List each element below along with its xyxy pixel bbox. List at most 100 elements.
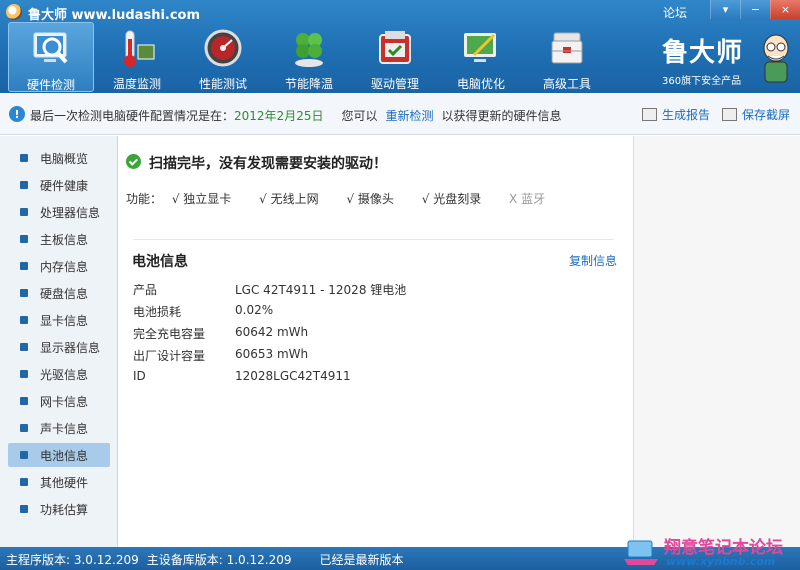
- sidebar-item-label: 其他硬件: [40, 475, 89, 490]
- tab-label: 节能降温: [284, 77, 333, 91]
- tab-performance-test[interactable]: 性能测试: [180, 22, 266, 92]
- main-toolbar: 硬件检测 温度监测 性能测试 节能降温 驱动管理 电脑优化 高级工具: [8, 22, 610, 92]
- header: 鲁大师 www.ludashi.com 论坛 ▾ − × 硬件检测 温度监测 性…: [0, 0, 800, 93]
- you-can-text: 您可以: [341, 109, 378, 123]
- main-version: 主程序版本: 3.0.12.209: [6, 553, 139, 567]
- sidebar-item-sound-card[interactable]: 声卡信息: [8, 416, 110, 440]
- sidebar-item-label: 网卡信息: [40, 394, 89, 409]
- tab-advanced-tools[interactable]: 高级工具: [524, 22, 610, 92]
- tab-temperature-monitor[interactable]: 温度监测: [94, 22, 180, 92]
- watermark: 翔意笔记本论坛 www.xynbnb.com: [622, 533, 800, 570]
- sidebar-item-label: 硬件健康: [40, 178, 89, 193]
- tab-pc-optimization[interactable]: 电脑优化: [438, 22, 524, 92]
- sidebar: 电脑概览 硬件健康 处理器信息 主板信息 内存信息 硬盘信息 显卡信息 显示器信…: [0, 136, 118, 547]
- app-logo-icon: [6, 4, 22, 20]
- sidebar-item-gpu[interactable]: 显卡信息: [8, 308, 110, 332]
- right-panel: [633, 136, 800, 547]
- sidebar-item-label: 光驱信息: [40, 367, 89, 382]
- bullet-icon: [20, 181, 28, 189]
- bullet-icon: [20, 235, 28, 243]
- row-value: 12028LGC42T4911: [235, 369, 351, 383]
- save-screenshot-button[interactable]: 保存截屏: [722, 106, 790, 123]
- sidebar-item-label: 声卡信息: [40, 421, 89, 436]
- recheck-link[interactable]: 重新检测: [385, 109, 433, 123]
- feature-item: √ 无线上网: [259, 192, 319, 206]
- close-button[interactable]: ×: [770, 0, 800, 19]
- row-key: 电池损耗: [133, 305, 182, 319]
- last-check-info: 最后一次检测电脑硬件配置情况是在：2012年2月25日 您可以 重新检测 以获得更新的…: [30, 107, 562, 124]
- tab-label: 电脑优化: [456, 77, 505, 91]
- bullet-icon: [20, 424, 28, 432]
- sidebar-item-display[interactable]: 显示器信息: [8, 335, 110, 359]
- thermometer-icon: [116, 27, 158, 69]
- feature-item-disabled: X 蓝牙: [509, 192, 546, 206]
- bullet-icon: [20, 208, 28, 216]
- bullet-icon: [20, 397, 28, 405]
- monitor-magnifier-icon: [30, 28, 72, 70]
- sidebar-item-label: 处理器信息: [40, 205, 101, 220]
- sidebar-item-cpu[interactable]: 处理器信息: [8, 200, 110, 224]
- copy-info-link[interactable]: 复制信息: [569, 252, 617, 269]
- save-screenshot-label: 保存截屏: [742, 108, 791, 122]
- sidebar-item-battery[interactable]: 电池信息: [8, 443, 110, 467]
- features-label: 功能：: [126, 192, 163, 206]
- row-value: LGC 42T4911 - 12028 锂电池: [235, 283, 407, 297]
- info-bar: ! 最后一次检测电脑硬件配置情况是在：2012年2月25日 您可以 重新检测 以获得更…: [0, 93, 800, 135]
- row-value: 60653 mWh: [235, 347, 309, 361]
- latest-version-status: 已经是最新版本: [319, 553, 404, 567]
- menu-dropdown-button[interactable]: ▾: [710, 0, 740, 19]
- sidebar-item-label: 电池信息: [40, 448, 89, 463]
- bullet-icon: [20, 478, 28, 486]
- sidebar-item-optical-drive[interactable]: 光驱信息: [8, 362, 110, 386]
- sidebar-item-motherboard[interactable]: 主板信息: [8, 227, 110, 251]
- brand: 鲁大师 360旗下安全产品: [656, 30, 800, 90]
- brand-name: 鲁大师: [662, 38, 744, 68]
- sidebar-item-other-hardware[interactable]: 其他硬件: [8, 470, 110, 494]
- tab-label: 高级工具: [542, 77, 591, 91]
- version-info: 主程序版本: 3.0.12.209 主设备库版本: 1.0.12.209 已经是最新…: [6, 551, 404, 568]
- bullet-icon: [20, 316, 28, 324]
- bullet-icon: [20, 289, 28, 297]
- generate-report-button[interactable]: 生成报告: [642, 106, 710, 123]
- tab-driver-management[interactable]: 驱动管理: [352, 22, 438, 92]
- toolbox-icon: [546, 27, 588, 69]
- tab-hardware-check[interactable]: 硬件检测: [8, 22, 94, 92]
- tab-power-saving[interactable]: 节能降温: [266, 22, 352, 92]
- row-key: ID: [133, 369, 146, 383]
- sidebar-item-network-card[interactable]: 网卡信息: [8, 389, 110, 413]
- monitor-broom-icon: [460, 27, 502, 69]
- row-value: 60642 mWh: [235, 325, 309, 339]
- bullet-icon: [20, 343, 28, 351]
- row-key: 产品: [133, 283, 158, 297]
- bullet-icon: [20, 505, 28, 513]
- sidebar-item-hardware-health[interactable]: 硬件健康: [8, 173, 110, 197]
- window-controls: ▾ − ×: [710, 0, 800, 19]
- sidebar-item-memory[interactable]: 内存信息: [8, 254, 110, 278]
- main-panel: 扫描完毕，没有发现需要安装的驱动！ 功能： √ 独立显卡 √ 无线上网 √ 摄像…: [119, 136, 633, 547]
- sidebar-item-disk[interactable]: 硬盘信息: [8, 281, 110, 305]
- info-icon: !: [9, 106, 25, 122]
- bullet-icon: [20, 154, 28, 162]
- camera-icon: [722, 108, 737, 121]
- title-bar: 鲁大师 www.ludashi.com 论坛 ▾ − ×: [0, 0, 800, 24]
- tab-label: 性能测试: [198, 77, 247, 91]
- clover-icon: [288, 27, 330, 69]
- row-value: 0.02%: [235, 303, 274, 317]
- brand-subtitle: 360旗下安全产品: [662, 76, 742, 87]
- window-title: 鲁大师 www.ludashi.com: [28, 8, 201, 23]
- update-hint-text: 以获得更新的硬件信息: [441, 109, 562, 123]
- section-divider: [133, 239, 613, 240]
- sidebar-item-label: 硬盘信息: [40, 286, 89, 301]
- speedometer-icon: [202, 27, 244, 69]
- sidebar-item-overview[interactable]: 电脑概览: [8, 146, 110, 170]
- mascot-icon: [756, 32, 796, 84]
- sidebar-item-label: 功耗估算: [40, 502, 89, 517]
- db-version: 主设备库版本: 1.0.12.209: [146, 553, 292, 567]
- last-check-prefix: 最后一次检测电脑硬件配置情况是在：: [30, 109, 235, 123]
- feature-item: √ 独立显卡: [171, 192, 232, 206]
- laptop-logo-icon: [622, 539, 660, 567]
- feature-item: √ 摄像头: [346, 192, 394, 206]
- forum-link[interactable]: 论坛: [663, 4, 687, 21]
- minimize-button[interactable]: −: [740, 0, 770, 19]
- sidebar-item-power-estimate[interactable]: 功耗估算: [8, 497, 110, 521]
